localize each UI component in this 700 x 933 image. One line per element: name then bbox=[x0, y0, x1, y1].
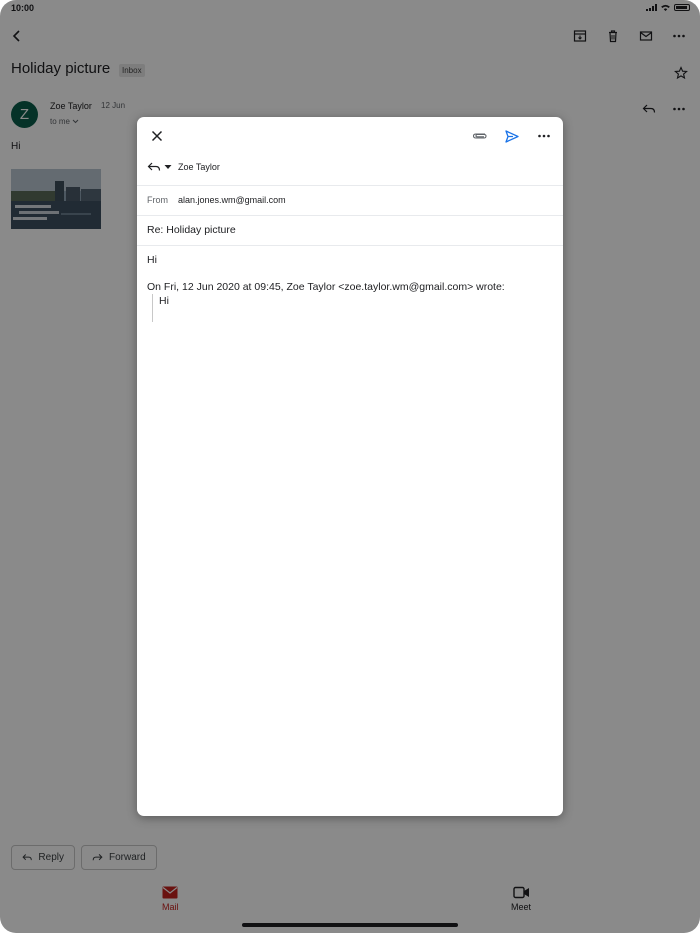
compose-reply-dialog: Zoe Taylor From alan.jones.wm@gmail.com … bbox=[137, 117, 563, 816]
divider bbox=[137, 215, 563, 216]
quoted-message-body: Hi bbox=[159, 295, 169, 307]
compose-toolbar bbox=[469, 125, 555, 147]
send-icon bbox=[505, 129, 519, 143]
subject-field[interactable]: Re: Holiday picture bbox=[147, 224, 236, 236]
more-horizontal-icon bbox=[538, 134, 550, 138]
reply-type-row: Zoe Taylor bbox=[147, 161, 220, 173]
attach-button[interactable] bbox=[469, 125, 491, 147]
compose-more-button[interactable] bbox=[533, 125, 555, 147]
compose-body-field[interactable]: Hi bbox=[147, 254, 157, 266]
from-address[interactable]: alan.jones.wm@gmail.com bbox=[178, 195, 286, 205]
divider bbox=[137, 185, 563, 186]
quote-bar bbox=[152, 294, 153, 322]
dropdown-arrow-icon bbox=[164, 165, 172, 169]
reply-type-selector[interactable] bbox=[147, 161, 172, 173]
quoted-message-header: On Fri, 12 Jun 2020 at 09:45, Zoe Taylor… bbox=[147, 281, 505, 293]
close-icon bbox=[151, 130, 163, 142]
reply-icon bbox=[147, 162, 161, 171]
send-button[interactable] bbox=[501, 125, 523, 147]
from-label: From bbox=[147, 195, 168, 205]
to-recipient-chip[interactable]: Zoe Taylor bbox=[178, 162, 220, 172]
close-compose-button[interactable] bbox=[146, 125, 168, 147]
divider bbox=[137, 245, 563, 246]
paperclip-icon bbox=[472, 133, 487, 139]
